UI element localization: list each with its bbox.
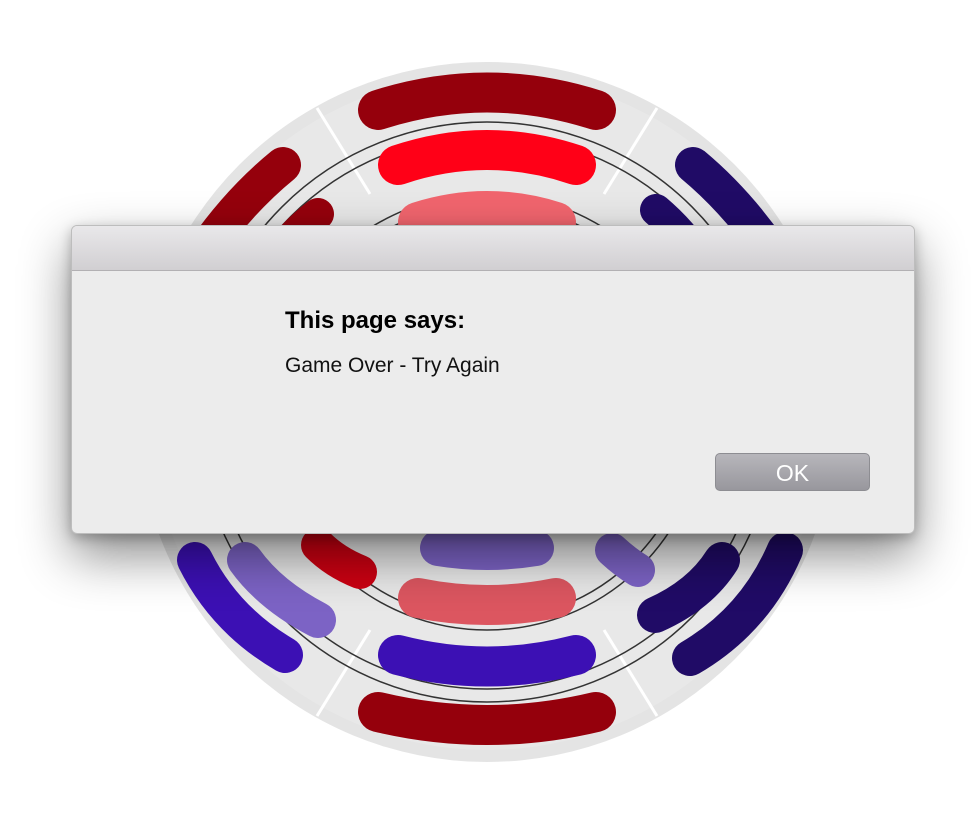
bottom-inner-segment-2[interactable] xyxy=(420,530,554,570)
top-outer-segment[interactable] xyxy=(358,72,616,130)
bottom-outer-segment[interactable] xyxy=(358,692,616,745)
dialog-heading: This page says: xyxy=(285,307,466,334)
dialog-titlebar xyxy=(72,226,914,271)
top-middle-segment[interactable] xyxy=(378,130,596,185)
ok-button[interactable]: OK xyxy=(715,453,870,491)
top-inner-segment[interactable] xyxy=(398,191,576,242)
alert-dialog: This page says: Game Over - Try Again OK xyxy=(71,225,915,534)
game-page: This page says: Game Over - Try Again OK xyxy=(0,0,972,820)
dialog-message: Game Over - Try Again xyxy=(285,354,500,377)
bottom-middle-segment[interactable] xyxy=(378,635,596,687)
lower-right-inner-segment[interactable] xyxy=(595,533,655,587)
bottom-inner-segment[interactable] xyxy=(398,578,576,625)
